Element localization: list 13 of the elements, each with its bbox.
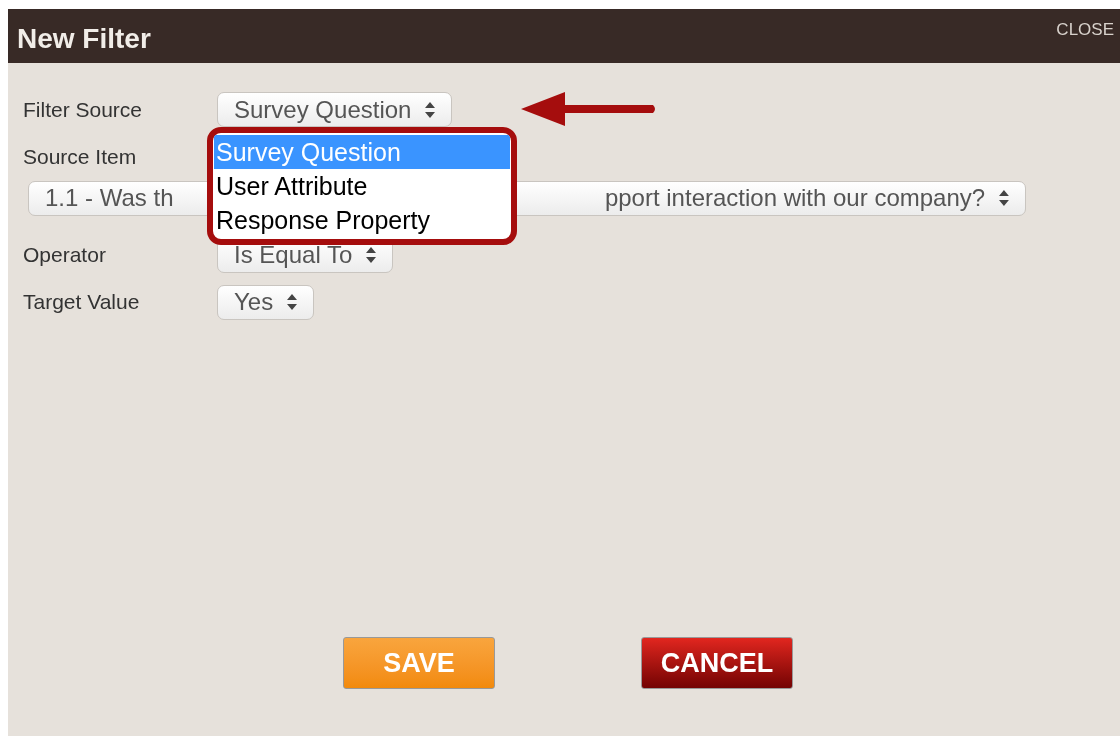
field-label: Source Item xyxy=(23,144,138,170)
up-down-arrows-icon xyxy=(425,101,436,118)
cancel-button[interactable]: CANCEL xyxy=(641,637,793,689)
up-down-arrows-icon xyxy=(366,247,377,263)
field-label: Operator xyxy=(23,242,107,269)
up-down-arrows-icon xyxy=(287,294,298,310)
field-label: Filter Source xyxy=(23,96,144,123)
field-label: Target Value xyxy=(23,289,141,316)
up-down-arrows-icon xyxy=(999,190,1009,206)
select-field[interactable]: Yes xyxy=(217,284,315,320)
select-field[interactable]: Survey Question xyxy=(217,92,453,127)
close-button[interactable]: CLOSE xyxy=(1056,17,1114,43)
dialog-title: New Filter xyxy=(17,22,151,56)
